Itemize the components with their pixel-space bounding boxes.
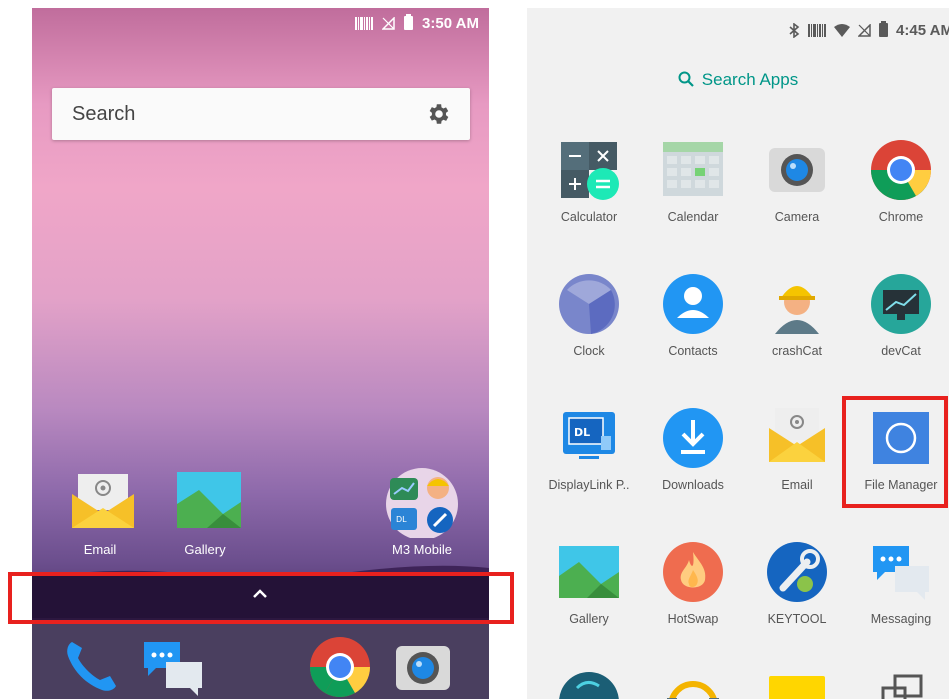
status-bar: 3:50 AM	[355, 13, 479, 33]
app-label: HotSwap	[667, 612, 719, 626]
app-drawer-screen: 4:45 AM Search Apps Calculator Calendar …	[527, 8, 949, 699]
calculator-icon	[561, 142, 619, 200]
camera-icon	[769, 148, 825, 192]
contacts-icon	[663, 274, 723, 334]
no-sim-icon	[382, 16, 395, 30]
messaging-icon[interactable]	[140, 634, 206, 699]
status-bar: 4:45 AM	[789, 20, 949, 40]
dock	[32, 620, 489, 699]
downloads-icon	[663, 408, 723, 468]
folder-icon: DL	[386, 468, 458, 540]
notes-icon[interactable]	[765, 668, 829, 699]
app-label: Contacts	[668, 344, 718, 358]
headset-icon[interactable]	[661, 668, 725, 699]
app-label: Clock	[573, 344, 605, 358]
bluetooth-icon	[789, 22, 800, 38]
chrome-icon	[871, 140, 931, 201]
svg-text:DL: DL	[396, 515, 407, 524]
app-label: Email	[781, 478, 813, 492]
crashcat-icon	[775, 286, 819, 334]
app-label: Chrome	[878, 210, 924, 224]
svg-text:DL: DL	[574, 426, 590, 439]
status-time: 3:50 AM	[422, 14, 479, 32]
home-folder-m3-mobile[interactable]: DL M3 Mobile	[382, 468, 462, 557]
app-label: Messaging	[870, 612, 932, 626]
email-icon	[769, 408, 825, 462]
globe-icon[interactable]	[557, 668, 621, 699]
search-input[interactable]: Search	[72, 103, 135, 126]
wifi-icon	[834, 23, 851, 37]
highlight-box-drawer-handle	[8, 572, 514, 624]
app-label: Calculator	[560, 210, 618, 224]
messaging-icon	[873, 546, 929, 600]
status-time: 4:45 AM	[896, 21, 949, 39]
search-icon	[678, 71, 694, 87]
app-label: Camera	[774, 210, 820, 224]
clock-icon	[559, 274, 619, 334]
battery-icon	[879, 21, 889, 37]
app-label: Downloads	[662, 478, 724, 492]
app-label: KEYTOOL	[767, 612, 827, 626]
phone-icon[interactable]	[58, 634, 124, 699]
home-icon-email[interactable]: Email	[60, 468, 140, 557]
search-bar[interactable]: Search	[52, 88, 470, 140]
no-sim-icon	[858, 23, 871, 37]
home-icon-gallery[interactable]: Gallery	[165, 468, 245, 557]
gallery-icon	[559, 546, 619, 598]
camera-icon[interactable]	[390, 634, 456, 699]
hotswap-icon	[663, 542, 723, 602]
barcode-icon	[808, 23, 827, 37]
devcat-icon	[871, 274, 931, 334]
app-label: Calendar	[667, 210, 719, 224]
app-label: Gallery	[569, 612, 609, 626]
highlight-box-file-manager	[842, 396, 948, 508]
gallery-icon	[177, 472, 241, 528]
battery-icon	[404, 14, 414, 30]
search-apps-label: Search Apps	[701, 70, 799, 89]
calendar-icon	[663, 142, 723, 196]
gear-icon[interactable]	[426, 101, 452, 127]
chrome-icon[interactable]	[307, 634, 373, 699]
search-apps-button[interactable]: Search Apps	[527, 70, 949, 90]
keytool-icon	[767, 542, 827, 602]
barcode-icon	[355, 16, 374, 30]
window-icon[interactable]	[869, 668, 933, 699]
app-label: DisplayLink P..	[548, 478, 630, 492]
email-icon	[71, 474, 134, 528]
app-label: crashCat	[771, 344, 823, 358]
displaylink-icon: DL	[563, 412, 615, 459]
app-label: devCat	[881, 344, 921, 358]
